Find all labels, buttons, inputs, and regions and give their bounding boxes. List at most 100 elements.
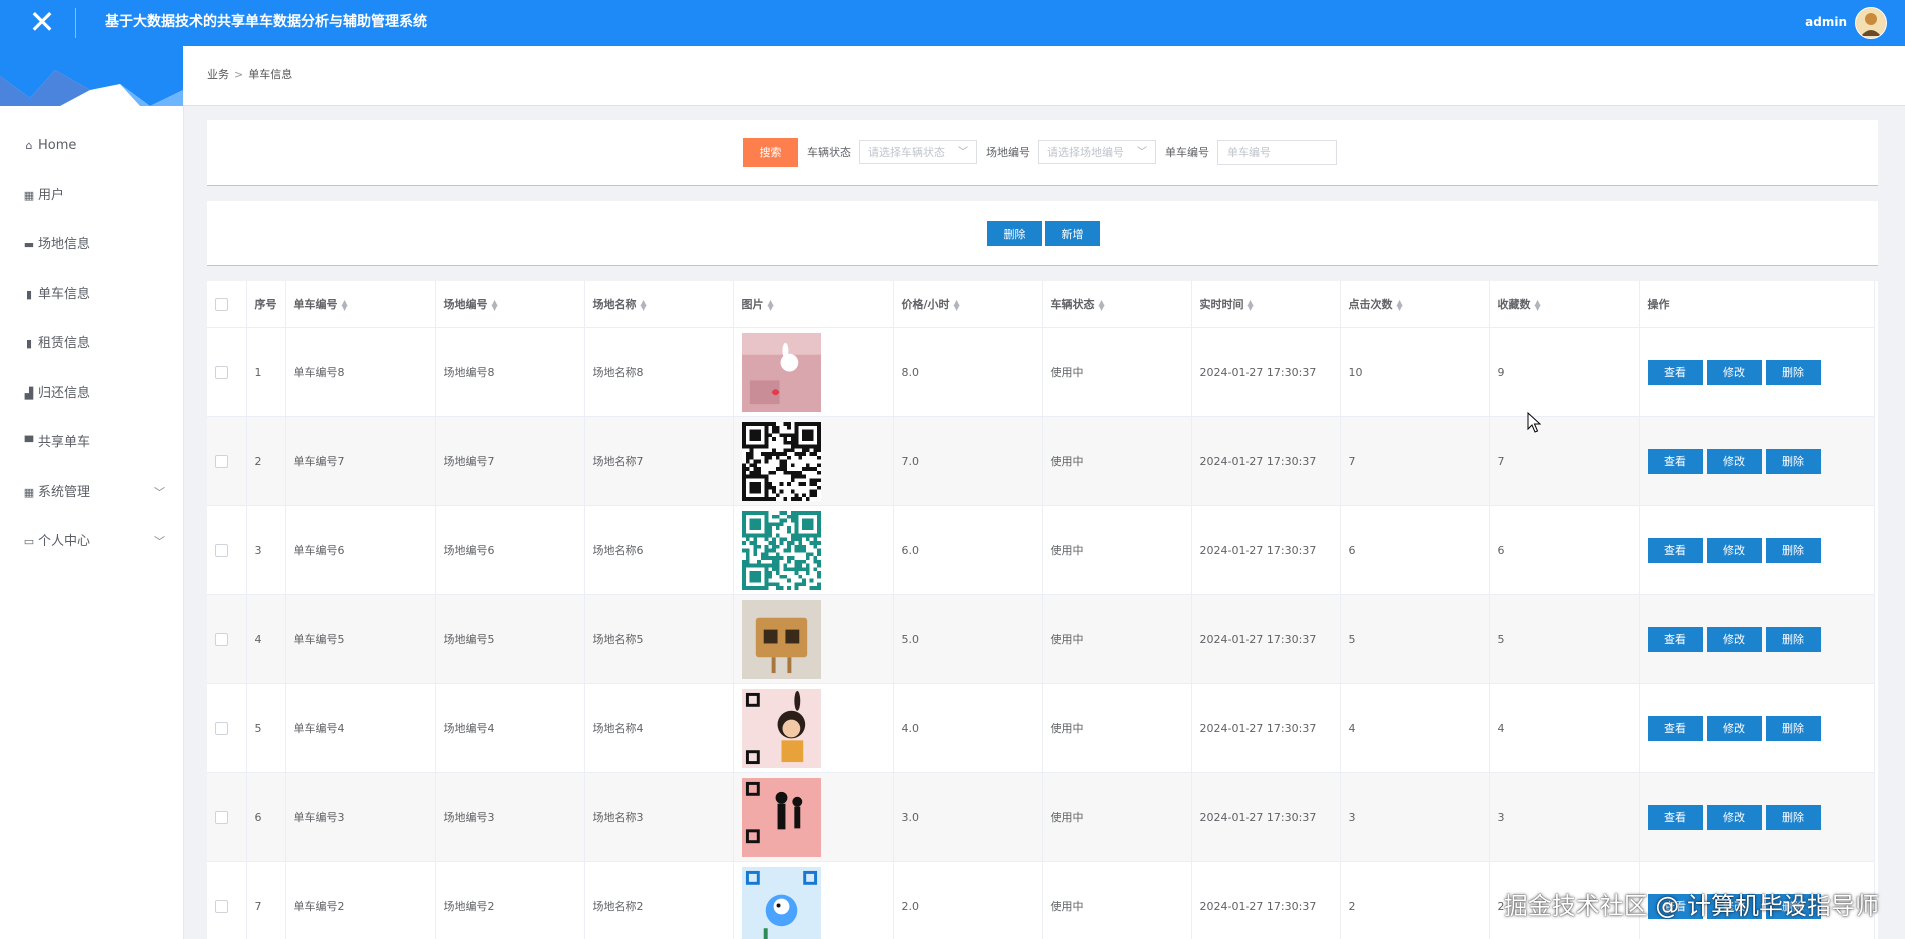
select-all-cell[interactable] — [207, 281, 247, 328]
sort-icon[interactable]: ▲ ▼ — [1099, 299, 1105, 312]
col-header-time[interactable]: 实时时间 ▲ ▼ — [1191, 281, 1341, 328]
cell-image[interactable] — [733, 416, 894, 506]
bike-image[interactable] — [741, 599, 893, 679]
edit-button[interactable]: 修改 — [1706, 715, 1762, 741]
row-select-cell[interactable] — [207, 505, 247, 595]
row-select-cell[interactable] — [207, 327, 247, 417]
sidebar-item-rental-info[interactable]: ▮ 租赁信息 — [0, 319, 183, 369]
sort-icon[interactable]: ▲ ▼ — [1248, 299, 1254, 312]
action-row: 删除 新增 — [987, 221, 1100, 246]
row-checkbox[interactable] — [215, 543, 228, 557]
view-button[interactable]: 查看 — [1647, 804, 1703, 830]
view-button[interactable]: 查看 — [1647, 359, 1703, 385]
edit-button[interactable]: 修改 — [1706, 359, 1762, 385]
cell-index: 7 — [246, 861, 286, 939]
delete-button[interactable]: 删除 — [1765, 804, 1821, 830]
cell-image[interactable] — [733, 505, 894, 595]
sidebar-item-personal-center[interactable]: ▭ 个人中心 ﹀ — [0, 517, 183, 567]
thumbs-up-icon: ▟ — [24, 386, 34, 400]
sidebar-item-site-info[interactable]: ▬ 场地信息 — [0, 220, 183, 270]
delete-button[interactable]: 删除 — [1765, 715, 1821, 741]
sidebar-item-return-info[interactable]: ▟ 归还信息 — [0, 369, 183, 419]
view-button[interactable]: 查看 — [1647, 626, 1703, 652]
sort-icon[interactable]: ▲ ▼ — [492, 299, 498, 312]
cell-image[interactable] — [733, 594, 894, 684]
cell-image[interactable] — [733, 861, 894, 939]
cell-status: 使用中 — [1042, 594, 1192, 684]
sidebar-item-system-management[interactable]: ▦ 系统管理 ﹀ — [0, 468, 183, 518]
close-icon[interactable]: ✕ — [28, 6, 56, 38]
delete-button[interactable]: 删除 — [1765, 359, 1821, 385]
cell-site-name: 场地名称7 — [584, 416, 734, 506]
col-header-favorites[interactable]: 收藏数 ▲ ▼ — [1489, 281, 1640, 328]
col-header-site-no[interactable]: 场地编号 ▲ ▼ — [435, 281, 585, 328]
select-all-checkbox[interactable] — [215, 297, 228, 311]
view-button[interactable]: 查看 — [1647, 448, 1703, 474]
cell-image[interactable] — [733, 327, 894, 417]
view-button[interactable]: 查看 — [1647, 715, 1703, 741]
bike-image[interactable] — [741, 777, 893, 857]
row-checkbox[interactable] — [215, 632, 228, 646]
cell-site-no: 场地编号2 — [435, 861, 585, 939]
row-checkbox[interactable] — [215, 899, 228, 913]
edit-button[interactable]: 修改 — [1706, 804, 1762, 830]
delete-button[interactable]: 删除 — [1765, 537, 1821, 563]
col-header-price[interactable]: 价格/小时 ▲ ▼ — [893, 281, 1043, 328]
table-row: 6 单车编号3 场地编号3 场地名称3 3.0 使用中 2024-01-27 17:30:3… — [207, 772, 1875, 862]
batch-delete-button[interactable]: 删除 — [987, 221, 1042, 246]
col-header-bike-no[interactable]: 单车编号 ▲ ▼ — [285, 281, 436, 328]
row-checkbox[interactable] — [215, 454, 228, 468]
row-select-cell[interactable] — [207, 772, 247, 862]
edit-button[interactable]: 修改 — [1706, 626, 1762, 652]
sort-icon[interactable]: ▲ ▼ — [954, 299, 960, 312]
edit-button[interactable]: 修改 — [1706, 448, 1762, 474]
bike-number-input[interactable] — [1217, 139, 1337, 165]
cell-time: 2024-01-27 17:30:37 — [1191, 416, 1341, 506]
cell-image[interactable] — [733, 683, 894, 773]
row-checkbox[interactable] — [215, 365, 228, 379]
cell-image[interactable] — [733, 772, 894, 862]
cell-bike-no: 单车编号7 — [285, 416, 436, 506]
search-panel: 搜索 车辆状态 请选择车辆状态 ﹀ 场地编号 请选择场地编号 ﹀ 单车编号 — [207, 120, 1878, 186]
bike-image[interactable] — [741, 688, 893, 768]
username-label[interactable]: admin — [1805, 0, 1847, 46]
col-header-image[interactable]: 图片 ▲ ▼ — [733, 281, 894, 328]
bike-image[interactable] — [741, 866, 893, 939]
sidebar-item-home[interactable]: ⌂ Home — [0, 121, 183, 171]
bike-image[interactable] — [741, 510, 893, 590]
sort-icon[interactable]: ▲ ▼ — [641, 299, 647, 312]
col-header-status[interactable]: 车辆状态 ▲ ▼ — [1042, 281, 1192, 328]
row-select-cell[interactable] — [207, 683, 247, 773]
bike-image[interactable] — [741, 421, 893, 501]
row-select-cell[interactable] — [207, 861, 247, 939]
col-header-clicks[interactable]: 点击次数 ▲ ▼ — [1340, 281, 1490, 328]
delete-button[interactable]: 删除 — [1765, 626, 1821, 652]
sort-icon[interactable]: ▲ ▼ — [768, 299, 774, 312]
sort-icon[interactable]: ▲ ▼ — [1535, 299, 1541, 312]
add-button[interactable]: 新增 — [1045, 221, 1100, 246]
site-select[interactable]: 请选择场地编号 ﹀ — [1038, 140, 1156, 164]
edit-button[interactable]: 修改 — [1706, 537, 1762, 563]
breadcrumb-root[interactable]: 业务 — [207, 68, 229, 81]
sort-icon[interactable]: ▲ ▼ — [1397, 299, 1403, 312]
status-select[interactable]: 请选择车辆状态 ﹀ — [859, 140, 977, 164]
row-select-cell[interactable] — [207, 594, 247, 684]
row-select-cell[interactable] — [207, 416, 247, 506]
bike-image[interactable] — [741, 332, 893, 412]
row-checkbox[interactable] — [215, 810, 228, 824]
sidebar-item-label: 归还信息 — [38, 385, 91, 401]
row-checkbox[interactable] — [215, 721, 228, 735]
search-button[interactable]: 搜索 — [743, 137, 798, 167]
sidebar-item-bike-info[interactable]: ▮ 单车信息 — [0, 270, 183, 320]
sidebar-item-users[interactable]: ▦ 用户 — [0, 171, 183, 221]
delete-button[interactable]: 删除 — [1765, 448, 1821, 474]
view-button[interactable]: 查看 — [1647, 537, 1703, 563]
avatar[interactable] — [1855, 7, 1887, 39]
sidebar-item-shared-bike[interactable]: ▀ 共享单车 — [0, 418, 183, 468]
window-icon: ▭ — [23, 535, 35, 548]
cell-price: 8.0 — [893, 327, 1043, 417]
cell-site-name: 场地名称2 — [584, 861, 734, 939]
sort-icon[interactable]: ▲ ▼ — [342, 299, 348, 312]
cell-status: 使用中 — [1042, 416, 1192, 506]
col-header-site-name[interactable]: 场地名称 ▲ ▼ — [584, 281, 734, 328]
